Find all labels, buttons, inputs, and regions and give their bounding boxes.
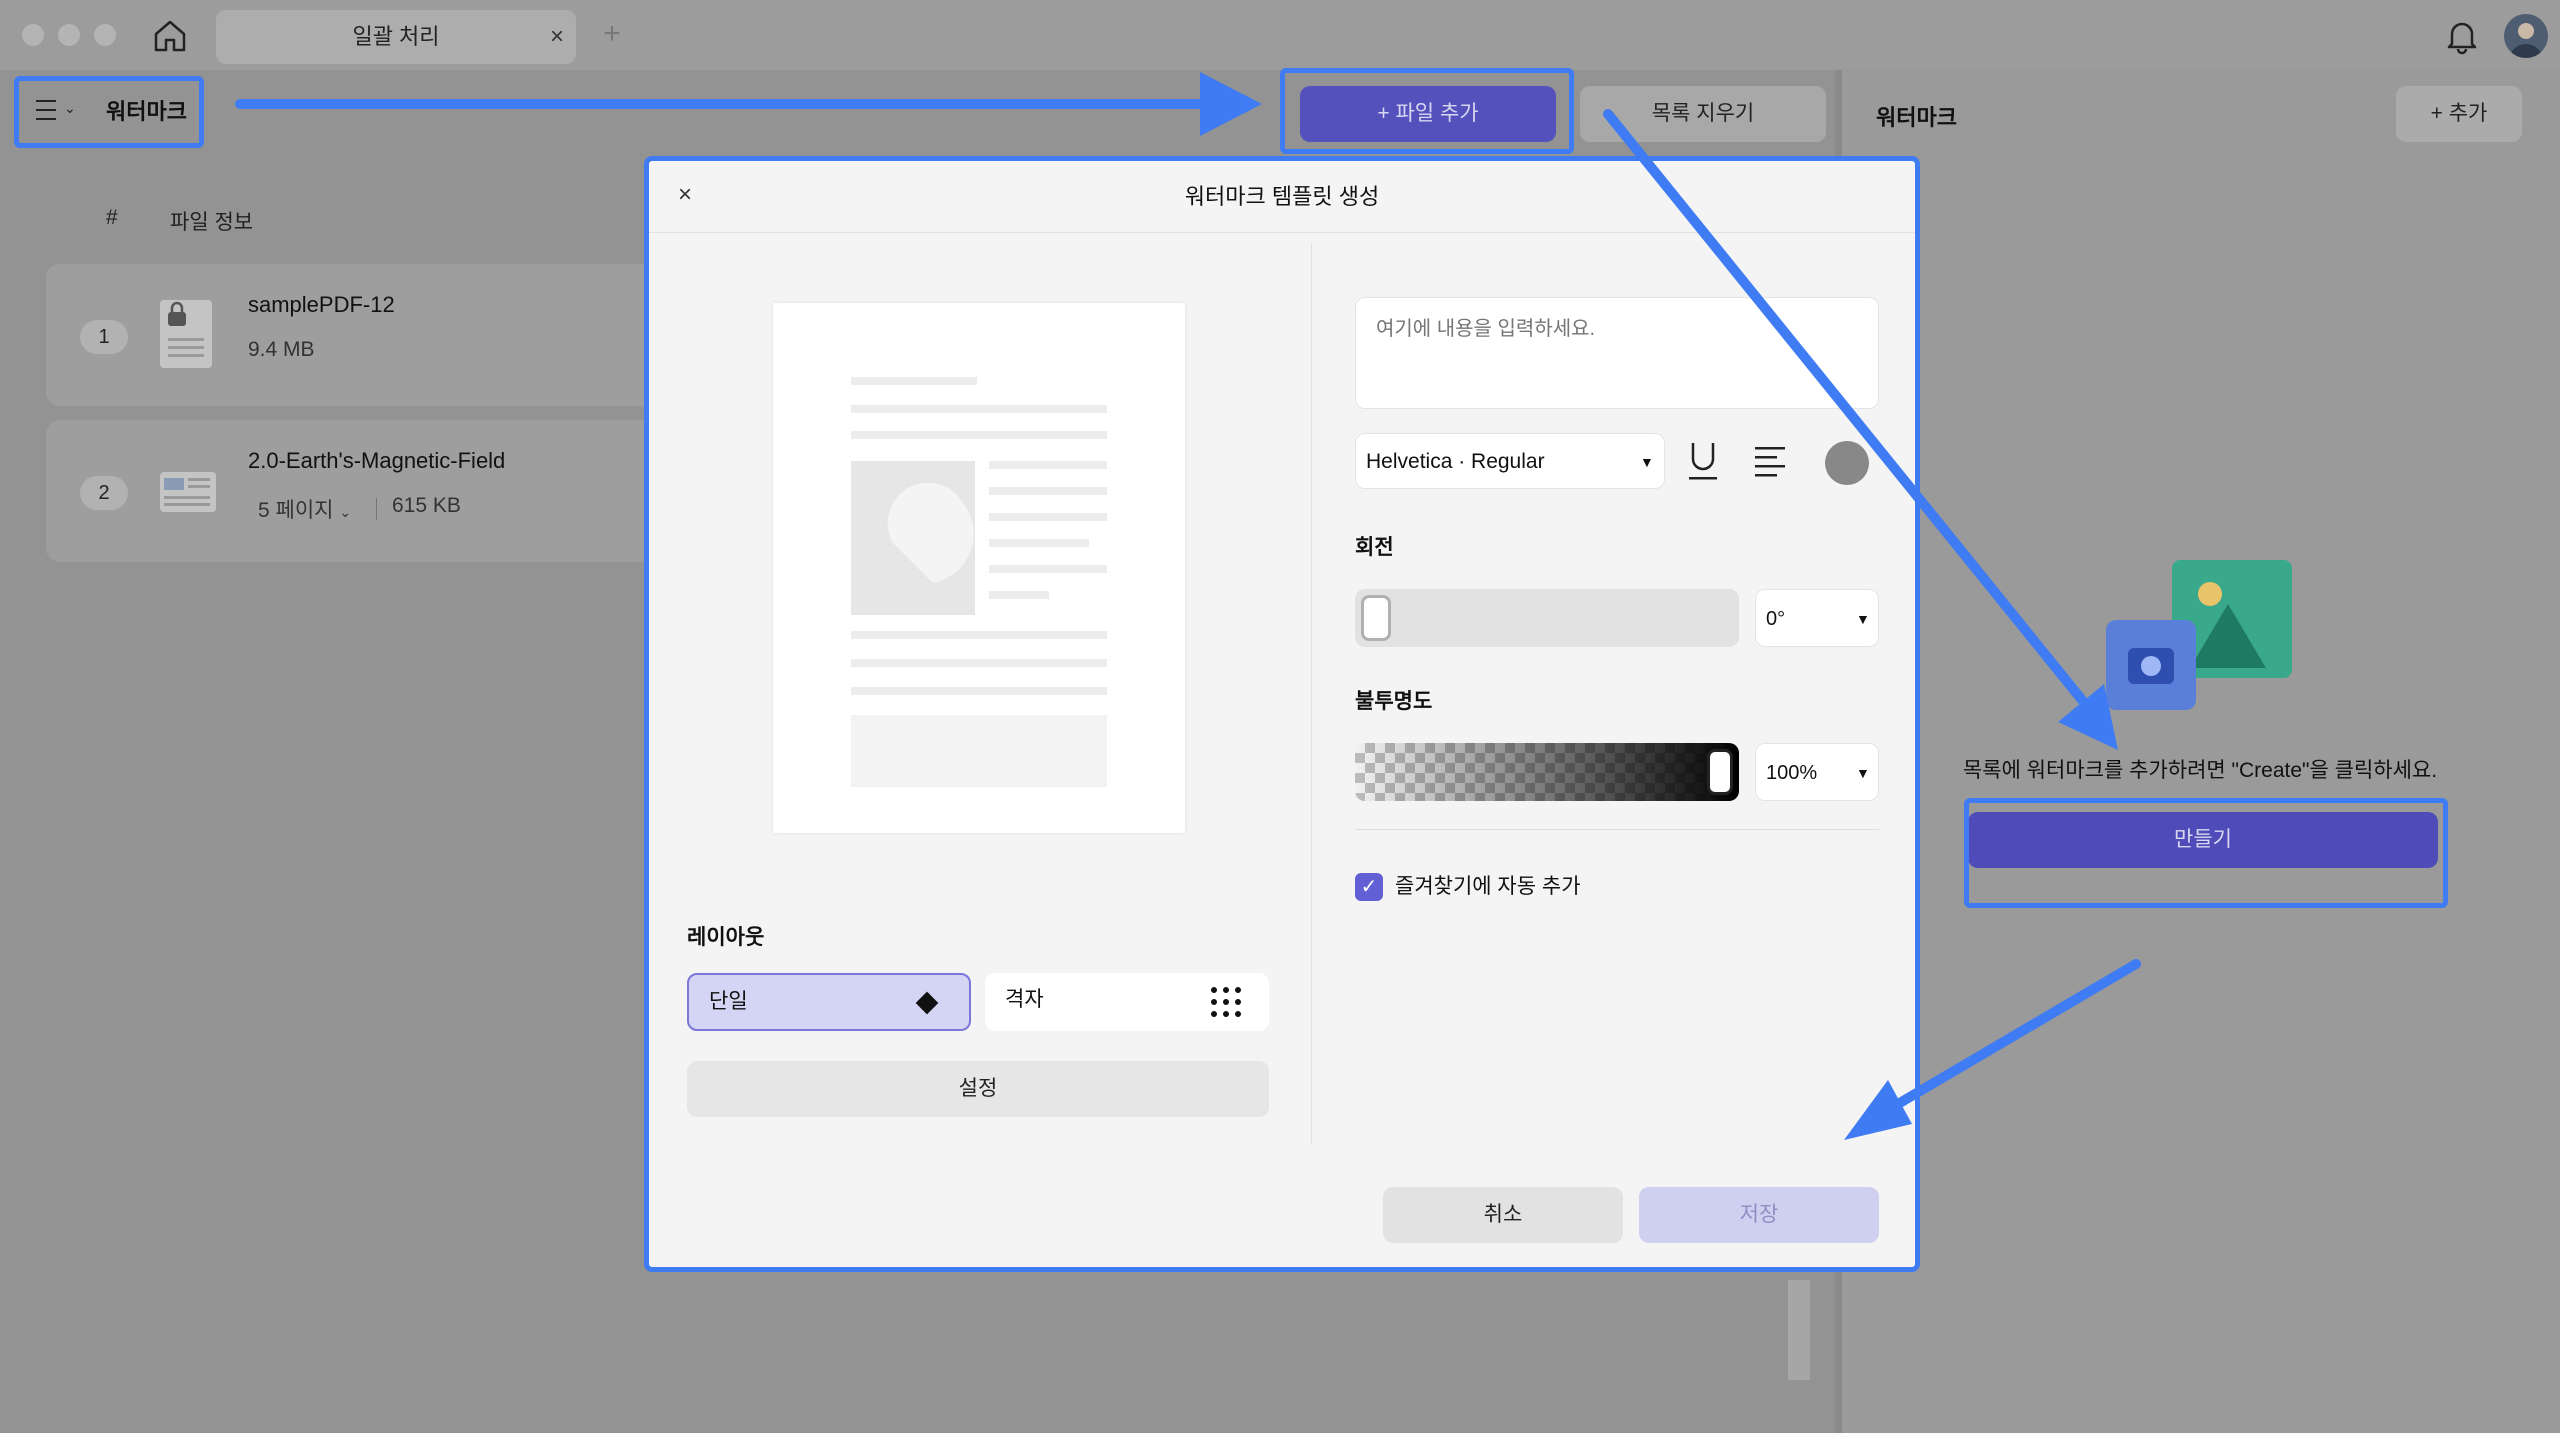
file-size: 9.4 MB <box>248 338 315 361</box>
rotation-slider-handle[interactable] <box>1361 595 1391 641</box>
settings-button[interactable]: 설정 <box>687 1061 1269 1117</box>
close-icon[interactable]: × <box>665 175 705 215</box>
new-tab-button[interactable]: + <box>598 14 626 54</box>
file-name: 2.0-Earth's-Magnetic-Field <box>248 448 506 473</box>
opacity-label: 불투명도 <box>1355 690 1433 713</box>
create-highlight <box>1964 798 2448 908</box>
watermark-panel-title: 워터마크 <box>1876 105 1957 130</box>
add-file-highlight <box>1280 68 1574 154</box>
grid-dots-icon <box>1211 987 1241 1017</box>
favorite-checkbox[interactable]: ✓ <box>1355 873 1383 901</box>
font-select[interactable]: Helvetica · Regular ▼ <box>1355 433 1665 489</box>
image-illustration-icon <box>2106 560 2292 710</box>
layout-single-label: 단일 <box>709 990 748 1013</box>
font-select-value: Helvetica · Regular <box>1366 450 1545 473</box>
avatar[interactable] <box>2504 14 2548 58</box>
chevron-down-icon: ▼ <box>1856 611 1870 627</box>
column-header-number: # <box>106 206 118 229</box>
empty-state-message: 목록에 워터마크를 추가하려면 "Create"을 클릭하세요. <box>1962 759 2438 782</box>
chevron-down-icon: ▼ <box>1640 454 1654 470</box>
color-picker[interactable] <box>1825 441 1869 485</box>
file-name: samplePDF-12 <box>248 292 395 317</box>
page-count: 5 페이지 <box>258 499 334 522</box>
layout-grid-option[interactable]: 격자 <box>985 973 1269 1031</box>
home-icon[interactable] <box>150 16 190 56</box>
cancel-button[interactable]: 취소 <box>1383 1187 1623 1243</box>
layout-single-option[interactable]: 단일 <box>687 973 971 1031</box>
clear-list-button[interactable]: 목록 지우기 <box>1580 86 1826 142</box>
add-watermark-button[interactable]: + 추가 <box>2396 86 2522 142</box>
meta-divider <box>376 498 377 520</box>
save-button[interactable]: 저장 <box>1639 1187 1879 1243</box>
underline-icon[interactable] <box>1685 439 1721 483</box>
file-number: 2 <box>80 476 128 510</box>
opacity-slider-handle[interactable] <box>1707 749 1733 795</box>
watermark-pane <box>1842 70 2560 1433</box>
chevron-down-icon: ⌄ <box>64 100 76 116</box>
watermark-text-input[interactable] <box>1355 297 1879 409</box>
rotation-value: 0° <box>1766 608 1786 630</box>
favorite-label: 즐겨찾기에 자동 추가 <box>1395 875 1581 898</box>
file-thumbnail <box>160 300 212 368</box>
window-minimize-control[interactable] <box>58 24 80 46</box>
dialog-title: 워터마크 템플릿 생성 <box>1184 184 1380 209</box>
tab-batch[interactable]: 일괄 처리 × <box>216 10 576 64</box>
dialog-divider <box>1311 243 1312 1143</box>
page-count-dropdown[interactable]: 5 페이지 ⌄ <box>258 494 351 524</box>
list-item[interactable]: 2 2.0-Earth's-Magnetic-Field 5 페이지 ⌄ 615… <box>46 420 666 562</box>
layout-grid-label: 격자 <box>1005 988 1044 1011</box>
document-preview-icon <box>851 377 1107 787</box>
opacity-slider[interactable] <box>1355 743 1739 801</box>
dialog-header: 워터마크 템플릿 생성 × <box>649 161 1915 233</box>
section-divider <box>1355 829 1879 830</box>
rotation-slider[interactable] <box>1355 589 1739 647</box>
file-number: 1 <box>80 320 128 354</box>
file-thumbnail <box>160 472 216 512</box>
scrollbar[interactable] <box>1788 1280 1810 1380</box>
tab-close-icon[interactable]: × <box>542 10 572 64</box>
menu-label: 워터마크 <box>106 99 187 124</box>
align-left-icon[interactable] <box>1753 443 1787 479</box>
file-size: 615 KB <box>392 494 461 517</box>
bell-icon[interactable] <box>2442 16 2482 56</box>
hamburger-icon <box>36 100 56 122</box>
watermark-template-dialog: 워터마크 템플릿 생성 × 레이아웃 단일 격자 설정 여기에 내용을 입력하세… <box>644 156 1920 1272</box>
window-zoom-control[interactable] <box>94 24 116 46</box>
layout-label: 레이아웃 <box>687 926 765 949</box>
column-header-file-info: 파일 정보 <box>170 211 254 234</box>
opacity-value: 100% <box>1766 762 1818 784</box>
chevron-down-icon: ▼ <box>1856 765 1870 781</box>
window-close-control[interactable] <box>22 24 44 46</box>
watermark-preview <box>773 303 1185 833</box>
rotation-label: 회전 <box>1355 536 1394 559</box>
chevron-down-icon: ⌄ <box>339 504 352 520</box>
rotation-select[interactable]: 0° ▼ <box>1755 589 1879 647</box>
diamond-icon <box>915 991 939 1015</box>
tab-title: 일괄 처리 <box>352 24 440 49</box>
opacity-select[interactable]: 100% ▼ <box>1755 743 1879 801</box>
list-item[interactable]: 1 samplePDF-12 9.4 MB <box>46 264 666 406</box>
